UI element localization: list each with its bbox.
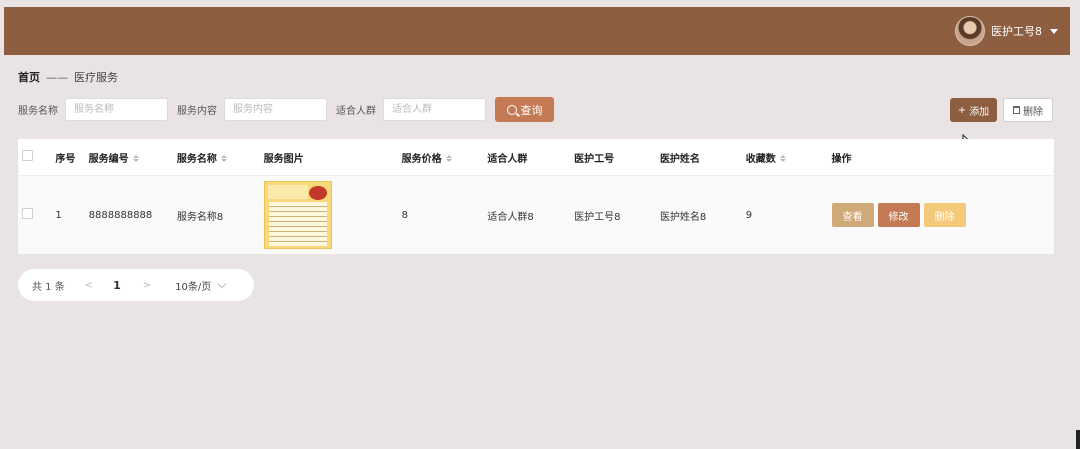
cell-staff-name: 医护姓名8 <box>659 175 746 254</box>
cell-crowd: 适合人群8 <box>487 175 575 254</box>
col-index: 序号 <box>55 139 89 176</box>
sort-icon[interactable] <box>132 155 139 162</box>
sort-icon[interactable] <box>445 155 452 162</box>
search-icon <box>506 104 517 115</box>
cell-index: 1 <box>55 175 89 254</box>
cell-name: 服务名称8 <box>176 175 264 254</box>
col-name-label: 服务名称 <box>176 153 217 165</box>
row-checkbox[interactable] <box>22 208 33 219</box>
col-actions: 操作 <box>831 139 1054 176</box>
col-price-label: 服务价格 <box>401 153 442 165</box>
cell-code: 8888888888 <box>88 175 177 254</box>
col-favorites[interactable]: 收藏数 <box>745 139 832 176</box>
caret-down-icon[interactable] <box>1050 28 1058 34</box>
batch-delete-label: 删除 <box>1023 106 1043 118</box>
table-header-row: 序号 服务编号 服务名称 服务图片 服务价格 适合人群 医护工号 医护姓名 收藏… <box>18 139 1054 176</box>
trash-icon <box>1013 106 1020 114</box>
col-favorites-label: 收藏数 <box>745 153 776 165</box>
row-actions: 查看 修改 删除 <box>831 203 1055 227</box>
col-code-label: 服务编号 <box>88 153 129 165</box>
col-code[interactable]: 服务编号 <box>88 139 177 176</box>
query-button-label: 查询 <box>520 103 543 117</box>
col-staff-name: 医护姓名 <box>659 139 746 176</box>
view-button[interactable]: 查看 <box>831 203 874 227</box>
sort-icon[interactable] <box>779 155 786 162</box>
cell-staff-id: 医护工号8 <box>574 175 660 254</box>
search-bar: 服务名称 服务内容 适合人群 查询 <box>18 97 554 122</box>
add-button-label: 添加 <box>969 106 990 118</box>
username[interactable]: 医护工号8 <box>991 23 1042 39</box>
select-all-checkbox[interactable] <box>22 150 33 161</box>
chevron-down-icon[interactable] <box>218 279 227 288</box>
col-staff-id: 医护工号 <box>574 139 660 176</box>
sort-icon[interactable] <box>220 155 227 162</box>
query-button[interactable]: 查询 <box>495 97 554 122</box>
cell-favorites: 9 <box>745 175 832 254</box>
service-content-input[interactable] <box>224 98 327 121</box>
user-menu[interactable]: 医护工号8 <box>955 16 1058 46</box>
target-crowd-input[interactable] <box>383 98 486 121</box>
batch-delete-button[interactable]: 删除 <box>1003 98 1053 122</box>
plus-icon: + <box>957 104 967 116</box>
table-row[interactable]: 1 8888888888 服务名称8 8 适合人群8 医护工号8 医护姓名8 9… <box>18 175 1055 254</box>
top-navbar: 医护工号8 <box>4 7 1070 55</box>
col-price[interactable]: 服务价格 <box>401 139 488 176</box>
target-crowd-label: 适合人群 <box>336 106 376 117</box>
service-name-label: 服务名称 <box>18 106 58 117</box>
window-edge <box>1076 430 1080 449</box>
avatar[interactable] <box>955 16 985 46</box>
prev-page-button[interactable]: < <box>85 280 93 291</box>
breadcrumb-current: 医疗服务 <box>74 71 118 84</box>
breadcrumb: 首页 —— 医疗服务 <box>18 69 118 85</box>
breadcrumb-separator: —— <box>46 70 68 84</box>
next-page-button[interactable]: > <box>143 280 151 291</box>
cell-price: 8 <box>401 175 488 254</box>
breadcrumb-home[interactable]: 首页 <box>18 69 40 85</box>
pagination-total: 共 1 条 <box>32 281 65 293</box>
page-number-current[interactable]: 1 <box>113 279 121 292</box>
page-size-select[interactable]: 10条/页 <box>175 278 211 293</box>
col-name[interactable]: 服务名称 <box>176 139 264 176</box>
col-crowd: 适合人群 <box>487 139 575 176</box>
delete-button[interactable]: 删除 <box>923 203 966 227</box>
service-image-thumbnail[interactable] <box>263 181 332 249</box>
pagination: 共 1 条 < 1 > 10条/页 <box>18 269 254 301</box>
service-name-input[interactable] <box>65 98 168 121</box>
col-image: 服务图片 <box>263 139 402 176</box>
edit-button[interactable]: 修改 <box>877 203 920 227</box>
add-button[interactable]: + 添加 <box>950 98 997 122</box>
service-table: 序号 服务编号 服务名称 服务图片 服务价格 适合人群 医护工号 医护姓名 收藏… <box>18 139 1054 254</box>
service-content-label: 服务内容 <box>177 106 217 117</box>
